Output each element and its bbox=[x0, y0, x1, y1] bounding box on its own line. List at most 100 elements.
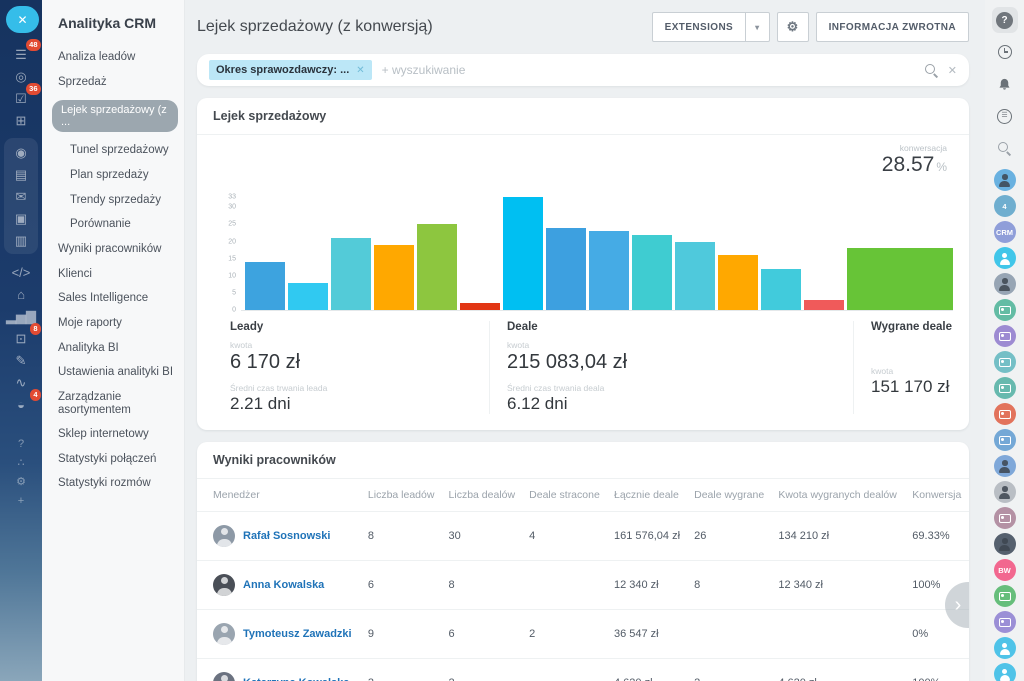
column-header[interactable]: Menedżer bbox=[197, 479, 362, 512]
contact-card[interactable] bbox=[994, 611, 1016, 633]
developer-code-icon[interactable]: </> bbox=[7, 261, 35, 283]
funnel-bar[interactable] bbox=[718, 255, 758, 310]
search-icon[interactable] bbox=[925, 64, 938, 77]
bell-icon[interactable] bbox=[992, 71, 1018, 97]
contact-photo[interactable] bbox=[994, 169, 1016, 191]
contact-initials[interactable]: BW bbox=[994, 559, 1016, 581]
sidebar-item[interactable]: Statystyki połączeń bbox=[42, 447, 184, 472]
sidebar-item[interactable]: Sklep internetowy bbox=[42, 422, 184, 447]
drive-icon[interactable]: ◒4 bbox=[7, 393, 35, 415]
chevron-down-icon[interactable]: ▾ bbox=[746, 12, 769, 42]
manager-name-link[interactable]: Katarzyna Kowalska bbox=[243, 677, 349, 681]
column-header[interactable]: Łącznie deale bbox=[608, 479, 688, 512]
funnel-bar[interactable] bbox=[546, 228, 586, 310]
avatar bbox=[213, 525, 235, 547]
funnel-bar[interactable] bbox=[288, 283, 328, 310]
column-header[interactable]: Konwersja bbox=[906, 479, 969, 512]
news-icon[interactable]: ▤ bbox=[7, 163, 35, 185]
filter-chip-report-period[interactable]: Okres sprawozdawczy: ... ✕ bbox=[209, 60, 372, 80]
company-icon[interactable]: ⌂ bbox=[7, 283, 35, 305]
sidebar-item[interactable]: Wyniki pracowników bbox=[42, 237, 184, 262]
funnel-bar[interactable] bbox=[245, 262, 285, 310]
mobile-app-icon[interactable]: ⊡8 bbox=[7, 327, 35, 349]
sidebar-item[interactable]: Moje raporty bbox=[42, 311, 184, 336]
funnel-bar[interactable] bbox=[761, 269, 801, 310]
messenger-icon[interactable]: ◉ bbox=[7, 141, 35, 163]
timeman-clock-icon[interactable] bbox=[992, 39, 1018, 65]
sidebar-item[interactable]: Porównanie bbox=[42, 212, 184, 237]
contact-card[interactable] bbox=[994, 585, 1016, 607]
contact-count[interactable]: 4 bbox=[994, 195, 1016, 217]
funnel-bar[interactable] bbox=[589, 231, 629, 310]
funnel-bar[interactable] bbox=[632, 235, 672, 310]
contact-photo[interactable] bbox=[994, 273, 1016, 295]
sidebar-item[interactable]: Plan sprzedaży bbox=[42, 163, 184, 188]
sidebar-item[interactable]: Lejek sprzedażowy (z ... bbox=[42, 94, 184, 138]
helpdesk-icon[interactable]: ? bbox=[992, 7, 1018, 33]
sidebar-item[interactable]: Zarządzanie asortymentem bbox=[42, 385, 184, 422]
contact-person[interactable] bbox=[994, 663, 1016, 681]
funnel-bar[interactable] bbox=[804, 300, 844, 310]
contact-person[interactable] bbox=[994, 247, 1016, 269]
filter-clear-icon[interactable]: ✕ bbox=[948, 64, 957, 77]
sidebar-item[interactable]: Sales Intelligence bbox=[42, 286, 184, 311]
sidebar-item[interactable]: Analityka BI bbox=[42, 336, 184, 361]
tasks-icon[interactable]: ☑36 bbox=[7, 87, 35, 109]
manager-name-link[interactable]: Rafał Sosnowski bbox=[243, 530, 330, 542]
settings-icon[interactable]: ⚙ bbox=[7, 473, 35, 492]
funnel-bar[interactable] bbox=[503, 197, 543, 310]
gear-icon[interactable]: ⚙ bbox=[777, 12, 809, 42]
column-header[interactable]: Kwota wygranych dealów bbox=[772, 479, 906, 512]
contact-photo[interactable] bbox=[994, 481, 1016, 503]
contact-card[interactable] bbox=[994, 299, 1016, 321]
sidebar-item[interactable]: Trendy sprzedaży bbox=[42, 188, 184, 213]
contact-card[interactable] bbox=[994, 325, 1016, 347]
add-more-icon[interactable]: + bbox=[7, 492, 35, 511]
sign-document-icon[interactable]: ✎ bbox=[7, 349, 35, 371]
funnel-bar[interactable] bbox=[460, 303, 500, 310]
search-rail-icon[interactable] bbox=[992, 135, 1018, 161]
chat-icon[interactable]: ☰ bbox=[992, 103, 1018, 129]
column-header[interactable]: Deale stracone bbox=[523, 479, 608, 512]
contact-photo[interactable] bbox=[994, 455, 1016, 477]
funnel-bar[interactable] bbox=[675, 242, 715, 310]
column-header[interactable]: Liczba dealów bbox=[443, 479, 524, 512]
close-sidebar-button[interactable]: ✕ bbox=[6, 6, 39, 33]
market-cart-icon[interactable]: ⊞ bbox=[7, 109, 35, 131]
contact-card[interactable] bbox=[994, 429, 1016, 451]
manager-name-link[interactable]: Anna Kowalska bbox=[243, 579, 324, 591]
funnel-bar[interactable] bbox=[847, 248, 953, 310]
mail-icon[interactable]: ✉ bbox=[7, 185, 35, 207]
sidebar-item[interactable]: Klienci bbox=[42, 262, 184, 287]
contact-card[interactable] bbox=[994, 507, 1016, 529]
live-feed-icon[interactable]: ☰48 bbox=[7, 43, 35, 65]
manager-name-link[interactable]: Tymoteusz Zawadzki bbox=[243, 628, 352, 640]
funnel-bar[interactable] bbox=[417, 224, 457, 310]
sidebar-item[interactable]: Sprzedaż bbox=[42, 70, 184, 95]
contact-photo[interactable] bbox=[994, 533, 1016, 555]
contact-card[interactable] bbox=[994, 403, 1016, 425]
filter-search-bar[interactable]: Okres sprawozdawczy: ... ✕ + wyszukiwani… bbox=[197, 54, 969, 86]
help-icon[interactable]: ? bbox=[7, 435, 35, 454]
feedback-button[interactable]: INFORMACJA ZWROTNA bbox=[816, 12, 969, 42]
sidebar-item[interactable]: Analiza leadów bbox=[42, 45, 184, 70]
structure-icon[interactable]: ∴ bbox=[7, 454, 35, 473]
contact-card[interactable] bbox=[994, 351, 1016, 373]
sidebar-item[interactable]: Statystyki rozmów bbox=[42, 471, 184, 496]
column-header[interactable]: Deale wygrane bbox=[688, 479, 772, 512]
contact-card[interactable] bbox=[994, 377, 1016, 399]
documents-icon[interactable]: ▥ bbox=[7, 229, 35, 251]
sidebar-item[interactable]: Tunel sprzedażowy bbox=[42, 138, 184, 163]
calendar-icon[interactable]: ▣ bbox=[7, 207, 35, 229]
table-cell: 12 340 zł bbox=[772, 561, 906, 610]
filter-chip-close-icon[interactable]: ✕ bbox=[356, 65, 364, 76]
funnel-plot: 05101520253033 bbox=[241, 197, 953, 311]
sidebar-item[interactable]: Ustawienia analityki BI bbox=[42, 360, 184, 385]
contact-person[interactable] bbox=[994, 637, 1016, 659]
stat-sub-value: 6.12 dni bbox=[507, 394, 853, 414]
column-header[interactable]: Liczba leadów bbox=[362, 479, 443, 512]
extensions-button[interactable]: EXTENSIONS bbox=[652, 12, 746, 42]
funnel-bar[interactable] bbox=[374, 245, 414, 310]
contact-text[interactable]: CRM bbox=[994, 221, 1016, 243]
funnel-bar[interactable] bbox=[331, 238, 371, 310]
